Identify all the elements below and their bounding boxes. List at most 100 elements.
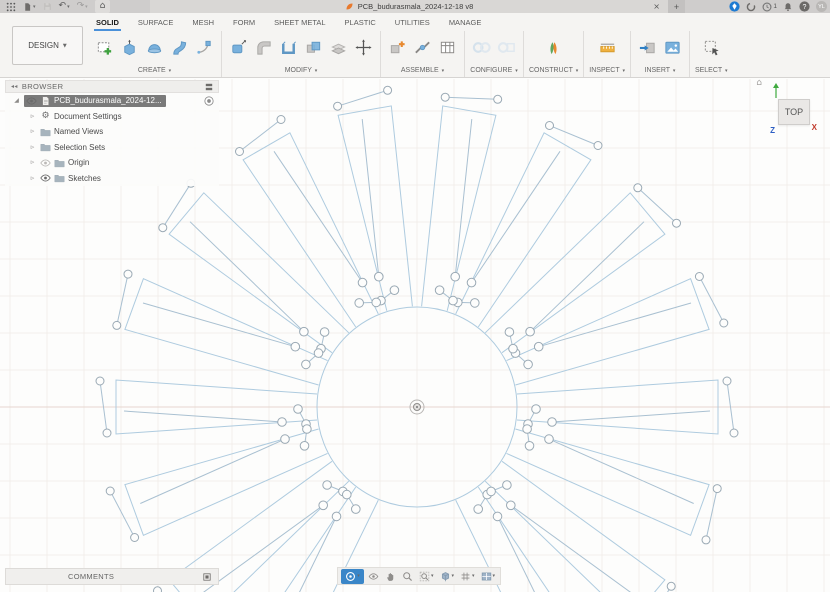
browser-item-sketches[interactable]: ▹Sketches [5,171,219,187]
extrude-button[interactable] [118,36,141,59]
redo-button[interactable]: ↷▾ [77,0,88,13]
toolbar-group-dropdown[interactable]: SELECT ▾ [695,67,728,74]
notifications-button[interactable] [783,0,793,13]
create-sketch-button[interactable] [93,36,116,59]
toolbar-group-dropdown[interactable]: MODIFY ▾ [285,67,318,74]
sketch-point[interactable] [507,501,516,510]
look-at-button[interactable] [366,569,381,584]
undo-button[interactable]: ↶▾ [59,0,70,13]
bom-table-button[interactable] [436,36,459,59]
ribbon-tab-surface[interactable]: SURFACE [136,16,175,31]
ribbon-tab-form[interactable]: FORM [231,16,257,31]
sketch-point[interactable] [384,86,392,94]
help-button[interactable]: ? [799,0,810,13]
sketch-point[interactable] [320,328,329,337]
sketch-point[interactable] [278,418,287,427]
ribbon-tab-mesh[interactable]: MESH [190,16,216,31]
sketch-blade[interactable] [507,429,718,540]
sketch-point[interactable] [300,442,309,451]
sketch-point[interactable] [281,435,290,444]
sketch-point[interactable] [534,342,543,351]
sketch-point[interactable] [493,512,502,521]
sketch-point[interactable] [352,505,361,514]
sketch-point[interactable] [390,286,399,295]
sketch-point[interactable] [509,344,518,353]
sketch-point[interactable] [154,587,162,592]
expand-toggle-icon[interactable]: ▹ [28,159,37,166]
sketch-point[interactable] [375,272,384,281]
pipe-button[interactable] [193,36,216,59]
construct-plane-button[interactable] [542,36,565,59]
grid-snaps-button[interactable]: ▾ [458,569,477,584]
sketch-point[interactable] [449,296,458,305]
sketch-point[interactable] [702,536,710,544]
sketch-point[interactable] [358,278,367,287]
sweep-button[interactable] [168,36,191,59]
expand-toggle-icon[interactable]: ▹ [28,128,37,135]
sketch-point[interactable] [302,360,311,369]
sketch-point[interactable] [503,481,512,490]
insert-image-button[interactable] [661,36,684,59]
sketch-blade[interactable] [117,274,328,385]
sketch-blade[interactable] [110,429,327,538]
avatar[interactable]: YL [816,1,827,12]
document-tab[interactable]: PCB_budurasmala_2024-12-18 v8 × [150,0,668,13]
sketch-point[interactable] [451,272,460,281]
combine-button[interactable] [302,36,325,59]
insert-derive-button[interactable] [636,36,659,59]
eye-off-icon[interactable] [40,158,51,168]
sketch-point[interactable] [546,122,554,130]
sketch-point[interactable] [435,286,444,295]
sketch-blade[interactable] [456,126,598,327]
sketch-point[interactable] [334,102,342,110]
sketch-point[interactable] [319,501,328,510]
browser-header[interactable]: ◂◂ BROWSER [5,80,219,93]
toolbar-group-dropdown[interactable]: CREATE ▾ [138,67,171,74]
close-tab-button[interactable]: × [653,0,660,13]
sketch-point[interactable] [487,487,496,496]
browser-item-origin[interactable]: ▹Origin [5,155,219,171]
sketch-blade[interactable] [507,277,724,386]
collapse-panel-icon[interactable]: ◂◂ [11,84,18,90]
ribbon-tab-solid[interactable]: SOLID [94,16,121,31]
sketch-point[interactable] [323,481,332,490]
fit-button[interactable]: ▾ [417,569,436,584]
fillet-button[interactable] [252,36,275,59]
sketch-point[interactable] [730,429,738,437]
sketch-point[interactable] [113,321,121,329]
move-button[interactable] [352,36,375,59]
sketch-point[interactable] [303,425,312,434]
configuration-table-button[interactable] [495,36,518,59]
sketch-point[interactable] [667,582,675,590]
new-tab-button[interactable]: + [668,0,685,13]
sketch-point[interactable] [720,319,728,327]
offset-face-button[interactable] [327,36,350,59]
expand-toggle-icon[interactable]: ▹ [28,113,37,120]
sketch-point[interactable] [634,184,642,192]
toolbar-group-dropdown[interactable]: INSERT ▾ [645,67,676,74]
expand-toggle-icon[interactable]: ◢ [12,98,21,104]
sketch-point[interactable] [441,93,449,101]
sketch-point[interactable] [532,405,541,414]
save-button[interactable] [43,0,52,13]
sketch-blade[interactable] [422,97,498,311]
sketch-point[interactable] [236,148,244,156]
sketch-point[interactable] [723,377,731,385]
sketch-point[interactable] [523,425,532,434]
ribbon-tab-utilities[interactable]: UTILITIES [393,16,432,31]
comments-expand-icon[interactable] [203,573,211,581]
sketch-point[interactable] [300,327,309,336]
measure-button[interactable] [596,36,619,59]
revolve-button[interactable] [143,36,166,59]
job-status-button[interactable]: 1 [762,0,777,13]
sketch-point[interactable] [131,534,139,542]
sketch-point[interactable] [474,505,483,514]
pan-button[interactable] [383,569,398,584]
sketch-point[interactable] [524,360,533,369]
sketch-point[interactable] [372,298,381,307]
avatar-button[interactable]: YL [816,0,827,13]
sketch-point[interactable] [332,512,341,521]
extensions-button[interactable] [746,0,756,13]
viewports-button[interactable]: ▾ [479,569,498,584]
configuration-button[interactable] [470,36,493,59]
